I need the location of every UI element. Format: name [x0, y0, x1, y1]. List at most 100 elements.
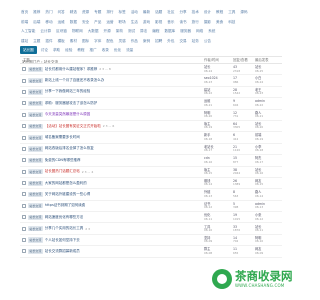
thread-title-link[interactable]: 站长圈热门话题汇总帖 [45, 169, 80, 174]
category-label[interactable]: 站长交流 [28, 248, 43, 255]
tag-link[interactable]: 教程 [215, 8, 224, 16]
tag-link[interactable]: 生活 [130, 18, 139, 26]
thread-title-link[interactable]: 大家的网站都是怎么盈利的 [45, 181, 87, 186]
category-label[interactable]: 站长交流 [28, 191, 43, 198]
thread-title-link[interactable]: 站长交流群招募新成员 [45, 249, 80, 254]
tag-link[interactable]: 编程 [151, 27, 160, 35]
tag-link[interactable]: 前端 [20, 18, 29, 26]
thread-title-link[interactable]: 分享一下我做网站三年的经验 [45, 89, 91, 94]
thread-title-link[interactable]: 求助：服务器被攻击了该怎么防护 [45, 101, 98, 106]
category-label[interactable]: 站长交流 [28, 203, 43, 209]
tag-link[interactable]: 专题 [93, 8, 102, 16]
tag-link[interactable]: 插件 [44, 37, 53, 45]
tag-link[interactable]: 案例 [142, 37, 151, 45]
page-links[interactable]: 2 3 [85, 227, 90, 231]
tag-link[interactable]: 源码 [239, 8, 248, 16]
category-label[interactable]: 站长交流 [28, 77, 43, 84]
tag-link[interactable]: 测试 [127, 27, 136, 35]
tag-link[interactable]: 游戏 [142, 18, 151, 26]
tag-link[interactable]: 职场 [118, 18, 127, 26]
tag-link[interactable]: 外包 [166, 37, 175, 45]
category-label[interactable]: 站长交流 [28, 66, 43, 72]
tag-link[interactable]: 话题 [154, 8, 163, 16]
category-label[interactable]: 站长交流 [28, 237, 43, 243]
thread-title-link[interactable]: 新站上线一个月了百度还不收录怎么办 [45, 78, 105, 83]
tag-link[interactable]: 网络 [195, 27, 204, 35]
thread-title-link[interactable]: 分享几个实用的站长工具 [45, 226, 84, 231]
tag-link[interactable]: 算法 [139, 27, 148, 35]
tag-link[interactable]: 工具 [227, 8, 236, 16]
category-label[interactable]: 站长交流 [28, 89, 43, 95]
tag-link[interactable]: 移动 [44, 18, 53, 26]
tag-link[interactable]: 云计算 [39, 27, 52, 35]
category-label[interactable]: 站长交流 [28, 180, 43, 186]
tag-link[interactable]: 音乐 [166, 18, 175, 26]
category-label[interactable]: 站长交流 [28, 123, 43, 129]
tag-link[interactable]: 人工智能 [20, 27, 36, 35]
thread-title-link[interactable]: 免费的CDN有哪些推荐 [45, 158, 81, 163]
tag-link[interactable]: 作品 [130, 37, 139, 45]
tag-link[interactable]: 数据 [69, 18, 78, 26]
tag-link[interactable]: 后端 [32, 18, 41, 26]
tag-link[interactable]: 美食 [215, 18, 224, 26]
tag-link[interactable]: 精选 [69, 8, 78, 16]
tag-link[interactable]: 旅行 [191, 18, 200, 26]
category-label[interactable]: 站长交流 [28, 112, 43, 118]
tag-link[interactable]: 数据库 [163, 27, 176, 35]
tag-link[interactable]: 社区 [166, 8, 175, 16]
tag-link[interactable]: 模板 [57, 37, 66, 45]
thread-title-link[interactable]: 域名备案需要多长时间 [45, 135, 80, 140]
tag-link[interactable]: 影视 [154, 18, 163, 26]
tag-link[interactable]: 配色 [105, 37, 114, 45]
tag-link[interactable]: 服务器 [179, 27, 192, 35]
tag-link[interactable]: 首页 [20, 8, 29, 16]
tag-link[interactable]: 分享 [178, 8, 187, 16]
tag-link[interactable]: 活动 [130, 8, 139, 16]
tag-link[interactable]: 问答 [57, 8, 66, 16]
page-links[interactable]: 2 3 ... 6 [103, 124, 114, 128]
tag-link[interactable]: 图标 [81, 37, 90, 45]
tag-link[interactable]: 字体 [93, 37, 102, 45]
thread-title-link[interactable]: 关于网站外链建设的一些心得 [45, 192, 91, 197]
tag-link[interactable]: 安全 [81, 18, 90, 26]
tag-link[interactable]: 区块链 [55, 27, 68, 35]
tag-link[interactable]: 科技 [227, 18, 236, 26]
tag-link[interactable]: 交易 [178, 37, 187, 45]
tag-link[interactable]: 大数据 [87, 27, 100, 35]
thread-title-link[interactable]: 今天流量突然暴涨是什么原因 [45, 112, 91, 117]
tag-link[interactable]: 摄影 [203, 18, 212, 26]
thread-title-link[interactable]: 网站改版后排名全掉了怎么恢复 [45, 146, 94, 151]
tag-link[interactable]: 技术 [191, 8, 200, 16]
tag-link[interactable]: 公告 [203, 37, 212, 45]
tag-link[interactable]: 灵感 [118, 37, 127, 45]
tag-link[interactable]: 开源 [103, 27, 112, 35]
tag-link[interactable]: 资源 [81, 8, 90, 16]
category-label[interactable]: 站长交流 [28, 169, 43, 175]
tag-link[interactable]: 排行 [105, 8, 114, 16]
category-label[interactable]: 站长交流 [28, 146, 43, 152]
thread-title-link[interactable]: 个人站长如何坚持下去 [45, 238, 80, 243]
tag-link[interactable]: 架构 [115, 27, 124, 35]
tag-link[interactable]: 热门 [44, 8, 53, 16]
tag-link[interactable]: 站务 [191, 37, 200, 45]
category-label[interactable]: 站长交流 [28, 100, 43, 106]
category-label[interactable]: 站长交流 [28, 134, 43, 141]
tag-link[interactable]: 产品 [93, 18, 102, 26]
tag-link[interactable]: 运维 [57, 18, 66, 26]
category-label[interactable]: 站长交流 [28, 226, 43, 232]
thread-title-link[interactable]: 站长们都用什么建站程序？求推荐 [45, 67, 98, 72]
tag-link[interactable]: 系统 [207, 27, 216, 35]
tag-link[interactable]: 运营 [105, 18, 114, 26]
tag-link[interactable]: 设计 [203, 8, 212, 16]
tag-link[interactable]: 物联网 [71, 27, 84, 35]
page-links[interactable]: 2 3 ... 4 [82, 170, 93, 174]
tag-link[interactable]: 建站 [20, 37, 29, 45]
thread-title-link[interactable]: https证书到期了如何续费 [45, 203, 86, 208]
tag-link[interactable]: 标签 [118, 8, 127, 16]
thread-title-link[interactable]: 【活动】站长圈有奖征文正式开始啦 [45, 124, 101, 129]
page-links[interactable]: 2 3 ... 8 [99, 67, 110, 71]
thread-title-link[interactable]: 网站速度优化有哪些方法 [45, 215, 84, 220]
tag-link[interactable]: 最新 [142, 8, 151, 16]
tag-link[interactable]: 读书 [178, 18, 187, 26]
tag-link[interactable]: 主题 [32, 37, 41, 45]
